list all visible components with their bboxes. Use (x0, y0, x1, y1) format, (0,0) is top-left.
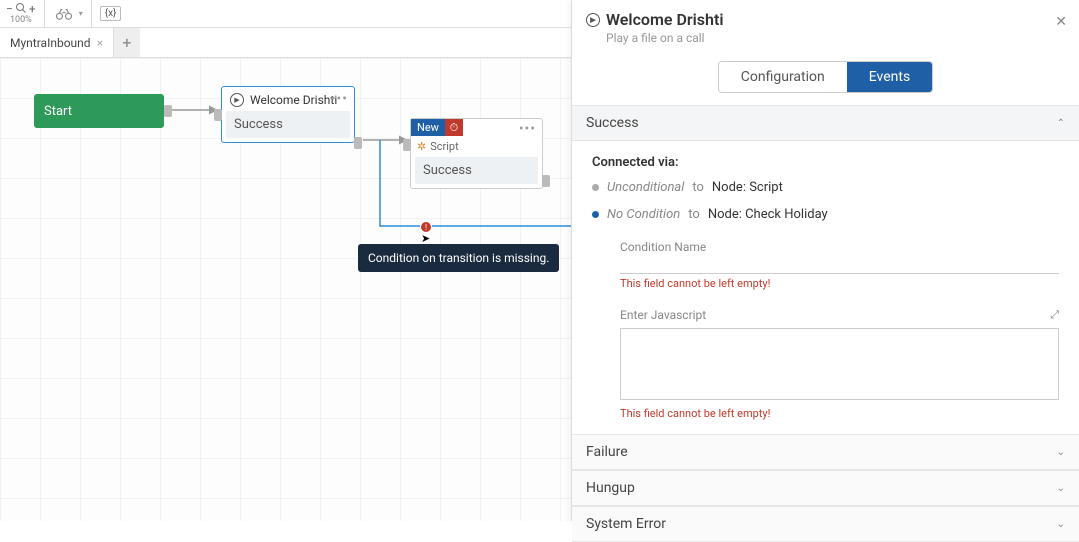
add-tab-button[interactable]: + (114, 28, 140, 57)
gear-icon: ✲ (417, 140, 426, 153)
tab-events[interactable]: Events (847, 62, 932, 92)
expand-icon[interactable]: ⤢ (1050, 308, 1059, 322)
accordion-failure: Failure ⌄ (572, 434, 1079, 470)
welcome-node[interactable]: ▶ Welcome Drishti ••• Success (221, 86, 355, 143)
javascript-field: Enter Javascript ⤢ This field cannot be … (620, 308, 1059, 420)
accordion-hungup: Hungup ⌄ (572, 470, 1079, 506)
ellipsis-icon[interactable]: ••• (331, 91, 348, 107)
binoculars-icon[interactable] (53, 3, 75, 25)
connector-in[interactable] (214, 109, 222, 121)
warning-icon: ⏱ (445, 119, 463, 136)
script-node[interactable]: New ⏱ ••• ✲ Script Success (410, 118, 543, 189)
panel-subtitle: Play a file on a call (606, 31, 1065, 45)
zoom-out-icon[interactable]: − (6, 3, 13, 15)
connector-out[interactable] (542, 175, 550, 187)
chevron-up-icon: ⌃ (1057, 118, 1065, 129)
connection-row[interactable]: Unconditional to Node: Script (592, 180, 1059, 195)
condition-name-field: Condition Name This field cannot be left… (620, 240, 1059, 290)
field-label: Enter Javascript (620, 308, 706, 322)
magnifier-icon (15, 2, 27, 16)
side-panel: ▶ Welcome Drishti Play a file on a call … (571, 0, 1079, 521)
connector-in[interactable] (403, 139, 411, 151)
script-label: Script (430, 140, 458, 153)
chevron-down-icon: ⌄ (1057, 447, 1065, 458)
panel-title: ▶ Welcome Drishti (586, 10, 1065, 29)
start-node[interactable]: Start (34, 94, 164, 128)
variable-chip[interactable]: {x} (100, 6, 122, 21)
accordion-system-error: System Error ⌄ (572, 506, 1079, 542)
connector-out[interactable] (354, 137, 362, 149)
dot-icon (592, 211, 599, 218)
javascript-textarea[interactable] (620, 328, 1059, 400)
panel-tabs: Configuration Events (718, 61, 933, 93)
zoom-control[interactable]: − + 100% (6, 2, 36, 25)
tab-label: MyntraInbound (10, 36, 91, 50)
ellipsis-icon[interactable]: ••• (519, 121, 536, 137)
accordion-head-hungup[interactable]: Hungup ⌄ (572, 471, 1079, 506)
chevron-down-icon: ⌄ (1057, 519, 1065, 530)
connected-via-label: Connected via: (592, 155, 1059, 170)
connection-row[interactable]: No Condition to Node: Check Holiday (592, 207, 1059, 222)
condition-name-input[interactable] (620, 256, 1059, 274)
field-label: Condition Name (620, 240, 1059, 254)
play-icon: ▶ (230, 93, 244, 107)
welcome-title: Welcome Drishti (250, 93, 337, 107)
connector-out[interactable] (164, 105, 172, 117)
field-error: This field cannot be left empty! (620, 277, 1059, 290)
zoom-in-icon[interactable]: + (29, 3, 36, 15)
zoom-level: 100% (10, 16, 32, 25)
play-icon: ▶ (586, 13, 600, 27)
tab-myntrainbound[interactable]: MyntraInbound × (0, 28, 114, 57)
welcome-success-slot[interactable]: Success (226, 111, 350, 138)
dot-icon (592, 184, 599, 191)
accordion-head-failure[interactable]: Failure ⌄ (572, 435, 1079, 470)
start-label: Start (44, 104, 72, 119)
accordion-success: Success ⌃ Connected via: Unconditional t… (572, 105, 1079, 434)
close-icon[interactable]: × (97, 36, 103, 50)
new-badge: New (411, 119, 445, 136)
connection-list: Unconditional to Node: Script No Conditi… (592, 180, 1059, 222)
error-tooltip: Condition on transition is missing. (358, 244, 559, 272)
accordion-head-success[interactable]: Success ⌃ (572, 106, 1079, 141)
field-error: This field cannot be left empty! (620, 407, 1059, 420)
chevron-down-icon: ⌄ (1057, 483, 1065, 494)
accordion-head-system-error[interactable]: System Error ⌄ (572, 507, 1079, 542)
tab-configuration[interactable]: Configuration (719, 62, 847, 92)
binoculars-chevron-icon[interactable]: ▾ (79, 9, 83, 18)
close-icon[interactable]: ✕ (1055, 14, 1067, 30)
script-success-slot[interactable]: Success (415, 157, 538, 184)
